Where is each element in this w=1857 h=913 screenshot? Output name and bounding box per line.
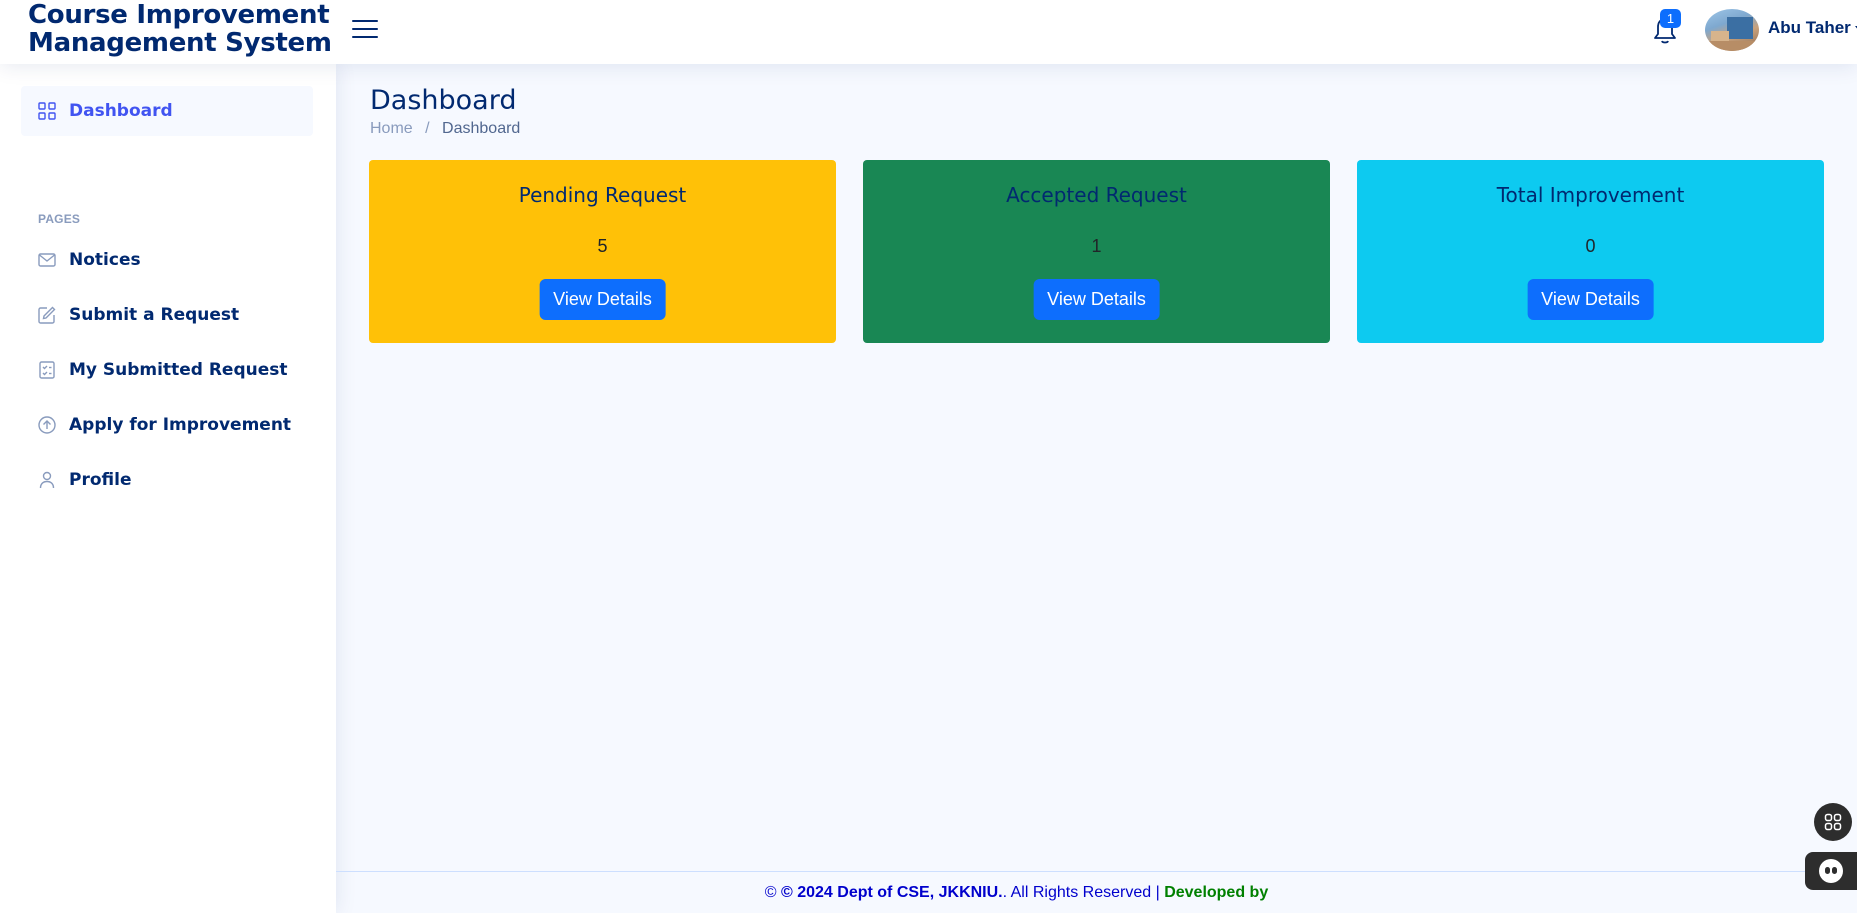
- logo-line-1: Course Improvement: [28, 0, 330, 30]
- footer: © © 2024 Dept of CSE, JKKNIU.. All Right…: [336, 871, 1857, 913]
- card-value: 1: [1091, 236, 1102, 256]
- total-improvement-card: Total Improvement 0 View Details: [1357, 160, 1824, 343]
- sidebar-item-label: Apply for Improvement: [69, 415, 292, 435]
- sidebar-item-profile[interactable]: Profile: [21, 455, 313, 505]
- footer-copy-bold: © 2024 Dept of CSE, JKKNIU.: [781, 884, 1003, 901]
- card-title: Pending Request: [518, 183, 687, 207]
- breadcrumb-home[interactable]: Home: [370, 120, 413, 137]
- sidebar-item-label: Dashboard: [69, 101, 173, 121]
- sidebar-item-notices[interactable]: Notices: [21, 235, 313, 285]
- notification-badge: 1: [1660, 9, 1681, 28]
- sidebar-item-label: My Submitted Request: [69, 360, 288, 380]
- card-value: 5: [597, 236, 608, 256]
- accepted-request-card: Accepted Request 1 View Details: [863, 160, 1330, 343]
- arrow-up-circle-icon: [37, 415, 57, 435]
- card-value: 0: [1585, 236, 1596, 256]
- footer-copy-prefix: ©: [764, 884, 781, 901]
- sidebar-item-apply-improvement[interactable]: Apply for Improvement: [21, 400, 313, 450]
- avatar[interactable]: [1705, 9, 1759, 51]
- view-details-button[interactable]: View Details: [1527, 279, 1654, 320]
- page-title: Dashboard: [370, 85, 517, 116]
- grid-icon: [37, 101, 57, 121]
- pending-request-card: Pending Request 5 View Details: [369, 160, 836, 343]
- chat-assistant-icon[interactable]: [1805, 852, 1857, 890]
- sidebar-item-submit-request[interactable]: Submit a Request: [21, 290, 313, 340]
- card-title: Total Improvement: [1496, 183, 1685, 207]
- sidebar: Dashboard PAGES Notices Submit a Request: [0, 64, 336, 913]
- sidebar-item-label: Notices: [69, 250, 141, 270]
- card-title: Accepted Request: [1006, 183, 1187, 207]
- footer-developed-by: Developed by: [1164, 884, 1269, 901]
- sidebar-item-label: Submit a Request: [69, 305, 240, 325]
- edit-icon: [37, 305, 57, 325]
- sidebar-item-my-submitted-request[interactable]: My Submitted Request: [21, 345, 313, 395]
- nav-heading-pages: PAGES: [38, 212, 81, 226]
- person-icon: [37, 470, 57, 490]
- breadcrumb-current: Dashboard: [442, 120, 521, 137]
- menu-toggle-icon[interactable]: [352, 17, 378, 41]
- user-name: Abu Taher: [1768, 18, 1851, 37]
- apps-widget-icon[interactable]: [1814, 803, 1852, 841]
- sidebar-item-label: Profile: [69, 470, 132, 490]
- view-details-button[interactable]: View Details: [1033, 279, 1160, 320]
- checklist-icon: [37, 360, 57, 380]
- app-logo[interactable]: Course Improvement Management System: [28, 1, 332, 57]
- sidebar-item-dashboard[interactable]: Dashboard: [21, 86, 313, 136]
- view-details-button[interactable]: View Details: [539, 279, 666, 320]
- footer-copy-rest: . All Rights Reserved |: [1002, 884, 1165, 901]
- breadcrumb-separator: /: [425, 120, 430, 137]
- logo-line-2: Management System: [28, 28, 332, 58]
- breadcrumb: Home / Dashboard: [370, 120, 520, 138]
- top-header: Course Improvement Management System 1 A…: [0, 0, 1857, 64]
- envelope-icon: [37, 250, 57, 270]
- user-menu-toggle[interactable]: Abu Taher: [1768, 18, 1857, 38]
